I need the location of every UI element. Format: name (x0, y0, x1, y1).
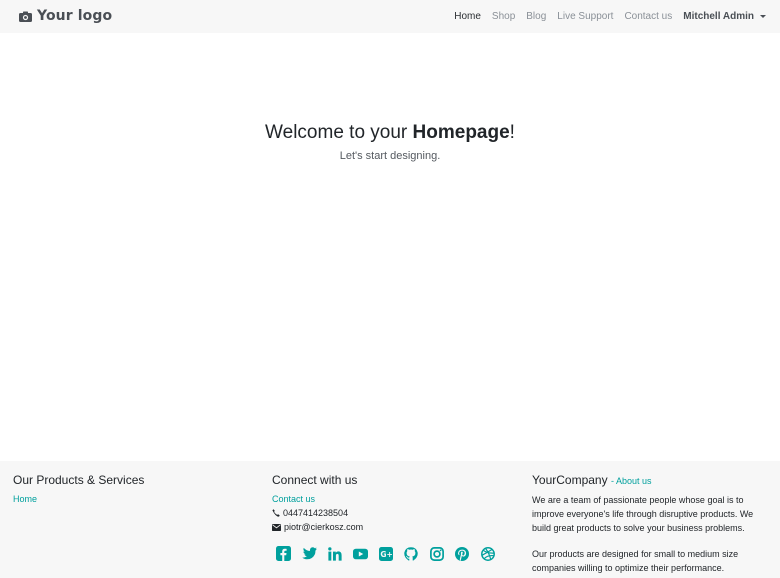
google-plus-icon[interactable]: G+ (378, 546, 393, 561)
user-menu-dropdown[interactable]: Mitchell Admin (683, 11, 766, 22)
github-icon[interactable] (404, 546, 419, 561)
top-navbar: Your logo Home Shop Blog Live Support Co… (0, 0, 780, 33)
phone-number: 0447414238504 (283, 508, 349, 518)
pinterest-icon[interactable] (455, 546, 470, 561)
dribbble-icon[interactable] (480, 546, 495, 561)
footer-company-column: YourCompany - About us We are a team of … (532, 473, 772, 575)
envelope-icon (272, 523, 281, 531)
hero-title: Welcome to your Homepage! (0, 120, 780, 146)
footer-home-link[interactable]: Home (13, 492, 144, 506)
company-products-text: Our products are designed for small to m… (532, 549, 739, 573)
nav-live-support[interactable]: Live Support (557, 11, 613, 22)
social-links: G+ (276, 546, 506, 561)
user-name: Mitchell Admin (683, 11, 754, 22)
footer-connect-column: Connect with us Contact us 0447414238504… (272, 473, 506, 561)
nav-shop[interactable]: Shop (492, 11, 515, 22)
company-heading: YourCompany - About us (532, 473, 772, 488)
linkedin-icon[interactable] (327, 546, 342, 561)
phone-line: 0447414238504 (272, 506, 506, 520)
hero-title-suffix: ! (509, 122, 515, 143)
twitter-icon[interactable] (301, 546, 317, 561)
hero-title-prefix: Welcome to your (265, 122, 413, 143)
about-us-link[interactable]: - About us (611, 476, 652, 486)
email-line: piotr@cierkosz.com (272, 520, 506, 534)
camera-icon (19, 11, 32, 22)
company-description: We are a team of passionate people whose… (532, 495, 754, 533)
caret-down-icon (760, 15, 766, 18)
footer-products-column: Our Products & Services Home (13, 473, 144, 506)
hero-section: Welcome to your Homepage! Let's start de… (0, 120, 780, 162)
phone-icon (272, 509, 280, 517)
main-nav: Home Shop Blog Live Support Contact us M… (454, 0, 780, 33)
company-name: YourCompany (532, 473, 608, 487)
nav-home[interactable]: Home (454, 11, 481, 22)
connect-heading: Connect with us (272, 473, 358, 487)
hero-subtitle: Let's start designing. (339, 150, 441, 162)
email-address: piotr@cierkosz.com (284, 522, 364, 532)
facebook-icon[interactable] (276, 546, 291, 561)
logo-link[interactable]: Your logo (19, 6, 112, 26)
svg-text:G+: G+ (380, 550, 392, 559)
instagram-icon[interactable] (429, 546, 444, 561)
nav-contact-us[interactable]: Contact us (624, 11, 672, 22)
nav-blog[interactable]: Blog (526, 11, 546, 22)
hero-title-bold: Homepage (412, 122, 510, 143)
footer-contact-link[interactable]: Contact us (272, 492, 506, 506)
footer: Our Products & Services Home Connect wit… (0, 461, 780, 578)
logo-text: Your logo (37, 8, 113, 24)
youtube-icon[interactable] (352, 546, 368, 561)
products-heading: Our Products & Services (13, 473, 145, 487)
